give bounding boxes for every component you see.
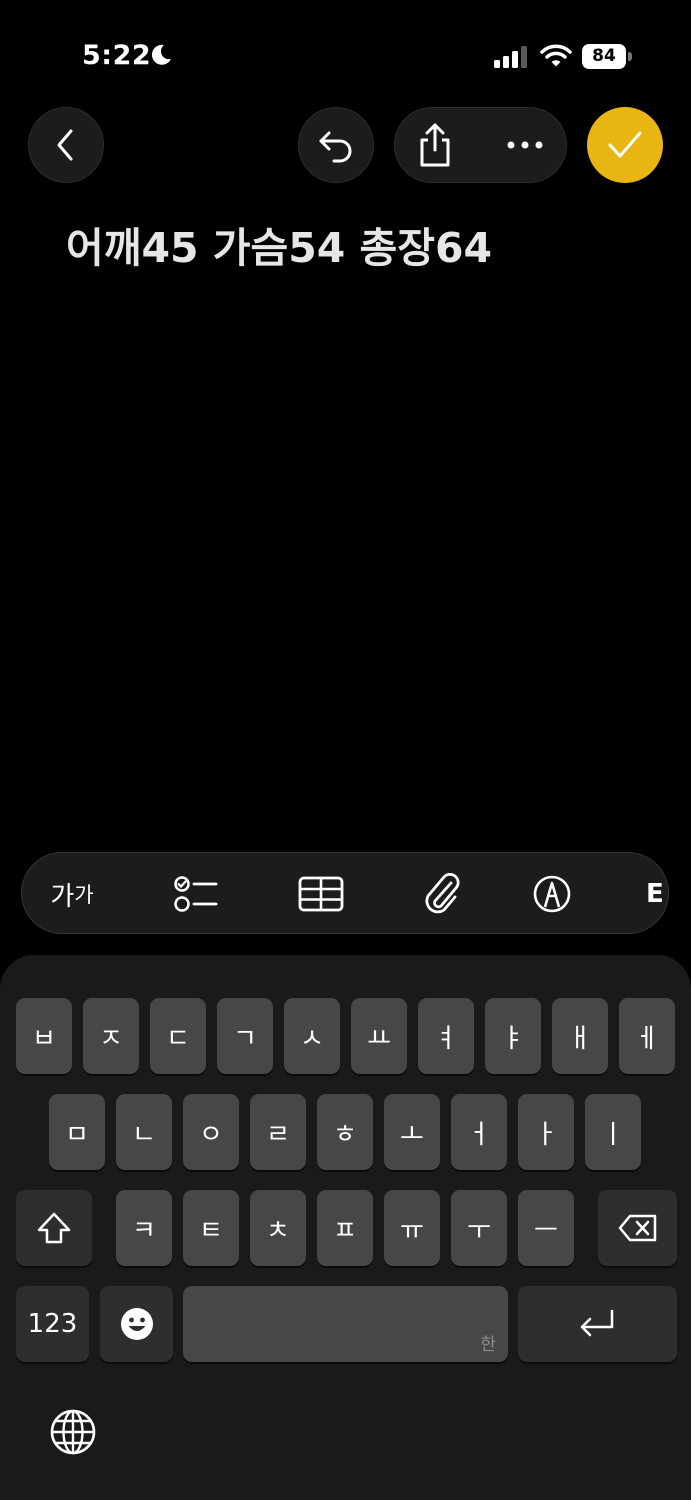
- status-time: 5:22: [82, 40, 152, 71]
- key[interactable]: ㅎ: [317, 1094, 373, 1170]
- space-key-hint: 한: [480, 1335, 496, 1355]
- key-label: ㅣ: [601, 1119, 625, 1150]
- format-toolbar: 가가 E: [21, 852, 669, 934]
- key[interactable]: ㅓ: [451, 1094, 507, 1170]
- key[interactable]: ㅛ: [351, 998, 407, 1074]
- undo-button[interactable]: [298, 107, 374, 183]
- checklist-icon: [174, 876, 218, 912]
- attachment-button[interactable]: [418, 871, 466, 917]
- key[interactable]: ㅊ: [250, 1190, 306, 1266]
- share-more-group: [394, 107, 567, 183]
- share-icon[interactable]: [413, 122, 457, 168]
- key-label: ㄴ: [132, 1119, 156, 1150]
- delete-key[interactable]: [598, 1190, 677, 1266]
- battery-tip: [628, 52, 632, 61]
- paperclip-icon: [425, 873, 460, 914]
- key-label: ㅏ: [534, 1119, 558, 1150]
- status-bar: 5:22 84: [0, 0, 691, 100]
- key[interactable]: ㅔ: [619, 998, 675, 1074]
- key[interactable]: ㅇ: [183, 1094, 239, 1170]
- chevron-left-icon: [57, 129, 73, 161]
- key-label: ㅓ: [467, 1119, 491, 1150]
- key-label: ㅜ: [467, 1215, 491, 1246]
- key-label: ㅈ: [99, 1023, 123, 1054]
- key[interactable]: ㅁ: [49, 1094, 105, 1170]
- key-label: ㄱ: [233, 1023, 257, 1054]
- key[interactable]: ㅏ: [518, 1094, 574, 1170]
- key-label: ㅕ: [434, 1023, 458, 1054]
- note-text[interactable]: 어깨45 가슴54 총장64: [66, 214, 492, 274]
- key[interactable]: ㅑ: [485, 998, 541, 1074]
- key-label: ㅐ: [568, 1023, 592, 1054]
- globe-icon[interactable]: [48, 1407, 98, 1457]
- delete-icon: [618, 1214, 656, 1242]
- return-key[interactable]: [518, 1286, 677, 1362]
- key-label: ㅁ: [65, 1119, 89, 1150]
- key-label: ㄹ: [266, 1119, 290, 1150]
- key[interactable]: ㅈ: [83, 998, 139, 1074]
- key[interactable]: ㄴ: [116, 1094, 172, 1170]
- key[interactable]: ㄱ: [217, 998, 273, 1074]
- table-button[interactable]: [297, 871, 345, 917]
- key[interactable]: ㄹ: [250, 1094, 306, 1170]
- checklist-button[interactable]: [172, 871, 220, 917]
- key-label: ㅔ: [635, 1023, 659, 1054]
- back-button[interactable]: [28, 107, 104, 183]
- ellipsis-icon[interactable]: [503, 130, 547, 160]
- key[interactable]: ㅠ: [384, 1190, 440, 1266]
- key[interactable]: ㅅ: [284, 998, 340, 1074]
- key[interactable]: ㅋ: [116, 1190, 172, 1266]
- key[interactable]: ㅡ: [518, 1190, 574, 1266]
- table-icon: [298, 876, 344, 912]
- markup-icon: [533, 875, 571, 913]
- key-label: ㅑ: [501, 1023, 525, 1054]
- checkmark-icon: [608, 131, 642, 158]
- key[interactable]: ㅍ: [317, 1190, 373, 1266]
- text-style-label: 가: [50, 881, 75, 912]
- key-label: ㅂ: [32, 1023, 56, 1054]
- key[interactable]: ㅐ: [552, 998, 608, 1074]
- key-label: ㅍ: [333, 1215, 357, 1246]
- numbers-key-label: 123: [27, 1309, 78, 1339]
- done-button[interactable]: [587, 107, 663, 183]
- emoji-key[interactable]: [100, 1286, 173, 1362]
- key-label: ㅛ: [367, 1023, 391, 1054]
- emoji-icon: [120, 1308, 153, 1340]
- key-label: ㄷ: [166, 1023, 190, 1054]
- key-label: ㅊ: [266, 1215, 290, 1246]
- wifi-icon: [540, 44, 572, 67]
- shift-icon: [37, 1212, 71, 1244]
- key[interactable]: ㄷ: [150, 998, 206, 1074]
- return-icon: [580, 1309, 613, 1337]
- text-style-button[interactable]: 가가: [42, 871, 102, 917]
- key-label: ㅌ: [199, 1215, 223, 1246]
- more-tools-partial[interactable]: E: [646, 871, 668, 917]
- key-label: ㅇ: [199, 1119, 223, 1150]
- key[interactable]: ㅜ: [451, 1190, 507, 1266]
- key-label: ㅗ: [400, 1119, 424, 1150]
- moon-icon: [151, 44, 171, 65]
- shift-key[interactable]: [16, 1190, 92, 1266]
- battery-icon: 84: [582, 44, 632, 69]
- markup-button[interactable]: [528, 871, 576, 917]
- key[interactable]: ㅗ: [384, 1094, 440, 1170]
- cellular-signal-icon: [494, 46, 527, 68]
- key[interactable]: ㅕ: [418, 998, 474, 1074]
- space-key[interactable]: 한: [183, 1286, 508, 1362]
- numbers-key[interactable]: 123: [16, 1286, 89, 1362]
- key-label: ㅎ: [333, 1119, 357, 1150]
- key-label: ㅋ: [132, 1215, 156, 1246]
- key[interactable]: ㅂ: [16, 998, 72, 1074]
- key[interactable]: ㅣ: [585, 1094, 641, 1170]
- undo-icon: [319, 131, 352, 163]
- battery-level: 84: [582, 44, 626, 69]
- key[interactable]: ㅌ: [183, 1190, 239, 1266]
- text-style-label-small: 가: [74, 883, 94, 907]
- key-label: ㅡ: [534, 1215, 558, 1246]
- key-label: ㅠ: [400, 1215, 424, 1246]
- key-label: ㅅ: [300, 1023, 324, 1054]
